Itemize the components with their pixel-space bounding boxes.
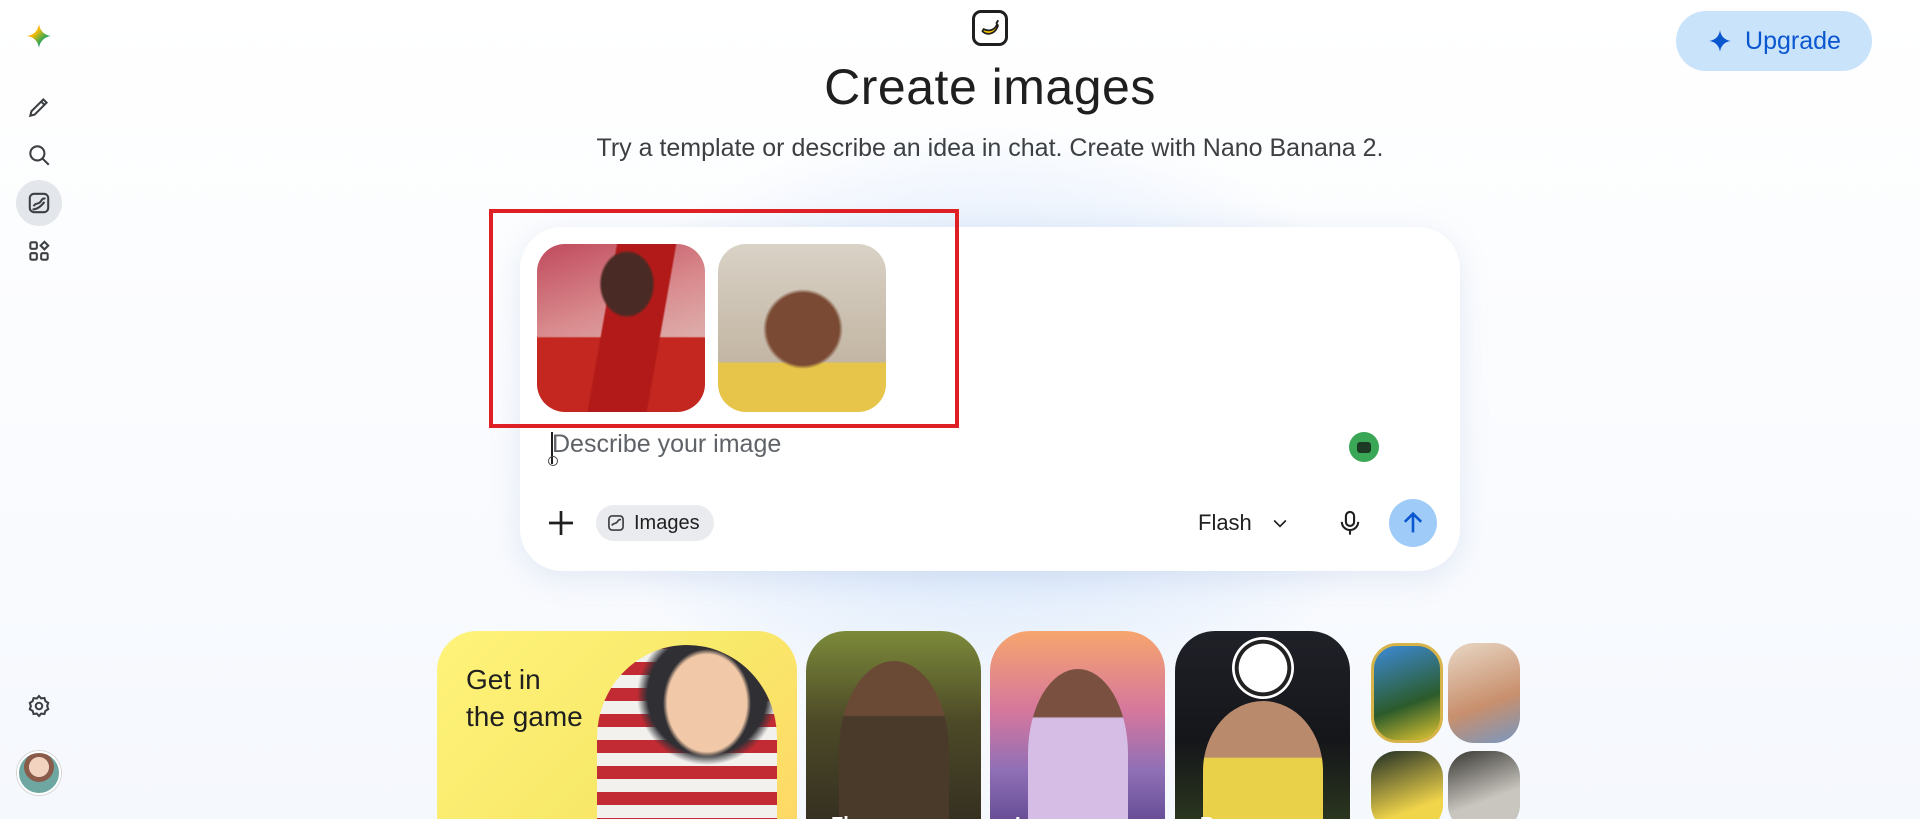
template-card-image: [838, 661, 949, 819]
template-card-image: [597, 645, 777, 819]
template-card-image: [1027, 669, 1128, 819]
template-card-2[interactable]: Fl: [806, 631, 981, 819]
template-thumbnail-4[interactable]: [1448, 751, 1520, 819]
template-card-4[interactable]: B: [1175, 631, 1350, 819]
template-card-label: B: [1200, 814, 1214, 819]
apps-icon[interactable]: [16, 228, 62, 274]
template-thumbnail-3[interactable]: [1371, 751, 1443, 819]
arrow-up-icon: [1403, 511, 1423, 533]
page-subtitle: Try a template or describe an idea in ch…: [596, 134, 1384, 162]
add-attachment-icon[interactable]: [543, 505, 579, 541]
prompt-input[interactable]: Describe your image: [552, 430, 781, 459]
template-thumbnail-1[interactable]: [1371, 643, 1443, 743]
model-label: Flash: [1198, 510, 1252, 535]
sidebar: [0, 0, 80, 819]
template-card-get-in-the-game[interactable]: Get in the game: [437, 631, 797, 819]
banana-icon: [972, 10, 1008, 46]
upgrade-label: Upgrade: [1745, 26, 1841, 55]
gemini-logo-icon[interactable]: [16, 13, 62, 59]
user-avatar[interactable]: [17, 751, 61, 795]
template-card-3[interactable]: I: [990, 631, 1165, 819]
microphone-icon[interactable]: [1336, 507, 1364, 539]
images-tool-chip[interactable]: Images: [596, 505, 714, 541]
template-thumbnail-2[interactable]: [1448, 643, 1520, 743]
template-card-image: [1202, 701, 1323, 819]
attachments-highlight-box: [489, 209, 959, 428]
settings-gear-icon[interactable]: [16, 683, 62, 729]
sparkle-icon: [1709, 30, 1731, 52]
template-card-label: I: [1015, 814, 1021, 819]
model-selector[interactable]: Flash: [1198, 510, 1290, 536]
page-title: Create images: [824, 59, 1156, 115]
images-icon[interactable]: [16, 180, 62, 226]
send-button[interactable]: [1389, 499, 1437, 547]
chevron-down-icon: [1273, 519, 1287, 528]
images-chip-icon: [608, 515, 624, 531]
assistant-bot-icon[interactable]: [1349, 432, 1379, 462]
soccer-ball-icon: [1232, 637, 1294, 699]
template-card-label: Get in the game: [466, 664, 583, 732]
images-chip-label: Images: [634, 511, 700, 534]
template-card-label: Fl: [831, 814, 849, 819]
